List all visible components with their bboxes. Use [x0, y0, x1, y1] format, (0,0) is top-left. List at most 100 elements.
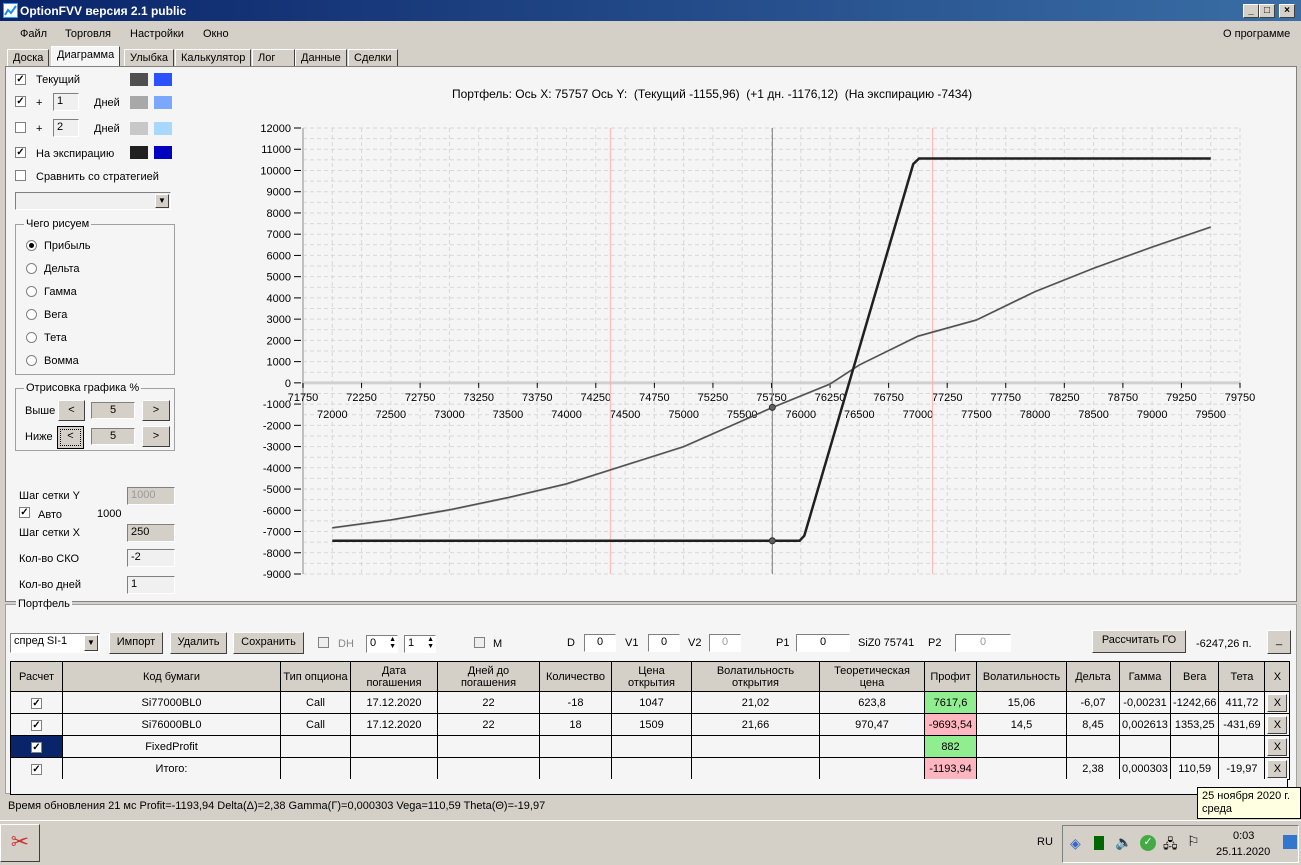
- table-row[interactable]: ✓ Итого: -1193,94 2,38 0,000303 110,59 -19,97 X: [10, 757, 1291, 780]
- calc-checkbox[interactable]: ✓: [31, 697, 42, 709]
- remove-row-button[interactable]: X: [1267, 715, 1288, 734]
- p1-input[interactable]: 0: [796, 634, 850, 652]
- vol-cell: 15,06: [976, 691, 1067, 714]
- column-header[interactable]: Количество: [539, 661, 612, 692]
- calc-cell: ✓: [10, 713, 63, 736]
- vol-cell: 14,5: [976, 713, 1067, 736]
- x-tick-label-lower: 74000: [551, 409, 582, 421]
- x-tick-label-upper: 76250: [815, 392, 846, 404]
- calc-checkbox[interactable]: ✓: [31, 763, 42, 775]
- y-tick-label: -6000: [263, 505, 291, 517]
- x-tick-label-upper: 75750: [756, 392, 787, 404]
- x-tick-label-upper: 74250: [581, 392, 612, 404]
- profit-chart[interactable]: 1200011000100009000800070006000500040003…: [0, 0, 1301, 600]
- column-header[interactable]: Код бумаги: [62, 661, 281, 692]
- type-cell: [280, 735, 351, 758]
- m-checkbox[interactable]: [474, 637, 485, 648]
- x-tick-label-lower: 75500: [727, 409, 758, 421]
- delta-cell: 8,45: [1066, 713, 1120, 736]
- y-tick-label: 6000: [267, 250, 291, 262]
- x-tick-label-upper: 78750: [1108, 392, 1139, 404]
- column-header[interactable]: Расчет: [10, 661, 63, 692]
- delete-button[interactable]: Удалить: [170, 632, 227, 654]
- column-header[interactable]: Дата погашения: [350, 661, 438, 692]
- x-tick-label-lower: 72000: [317, 409, 348, 421]
- cursor-marker: [768, 537, 776, 545]
- language-indicator[interactable]: RU: [1037, 836, 1053, 848]
- profit-cell: -1193,94: [924, 757, 977, 780]
- show-desktop-icon[interactable]: [1283, 835, 1297, 849]
- qty-cell: -18: [539, 691, 612, 714]
- theo-cell: [819, 757, 925, 780]
- x-tick-label-upper: 79750: [1225, 392, 1256, 404]
- column-header[interactable]: Волатильность: [976, 661, 1067, 692]
- clock-time[interactable]: 0:03: [1233, 830, 1254, 842]
- remove-row-button[interactable]: X: [1267, 759, 1288, 778]
- p1-label: P1: [776, 637, 790, 649]
- theta-cell: -19,97: [1218, 757, 1266, 780]
- network-icon[interactable]: 🖧: [1163, 835, 1178, 857]
- remove-row-button[interactable]: X: [1267, 693, 1288, 712]
- strategy-dropdown[interactable]: спред SI-1 ▼: [10, 633, 100, 653]
- p2-input[interactable]: 0: [955, 634, 1011, 652]
- security-check-icon[interactable]: ✓: [1140, 835, 1156, 851]
- column-header[interactable]: Гамма: [1119, 661, 1171, 692]
- theta-cell: -431,69: [1218, 713, 1266, 736]
- y-tick-label: -2000: [263, 420, 291, 432]
- x-tick-label-lower: 78000: [1020, 409, 1051, 421]
- date-tooltip: 25 ноября 2020 г. среда: [1197, 787, 1301, 819]
- v2-input[interactable]: 0: [709, 634, 741, 652]
- table-row[interactable]: ✓ Si76000BL0 Call 17.12.2020 22 18 1509 21,66 97…: [10, 713, 1291, 736]
- calc-cell: ✓: [10, 735, 63, 758]
- x-tick-label-upper: 78250: [1049, 392, 1080, 404]
- qty-cell: 18: [539, 713, 612, 736]
- column-header[interactable]: Дней до погашения: [437, 661, 540, 692]
- spin-arrows-icon[interactable]: ▲ ▼: [389, 636, 396, 650]
- chevron-down-icon[interactable]: ▼: [84, 635, 98, 651]
- y-tick-label: 8000: [267, 208, 291, 220]
- volume-icon[interactable]: 🔈: [1115, 834, 1132, 851]
- column-header[interactable]: Вега: [1169, 661, 1220, 692]
- calc-checkbox[interactable]: ✓: [31, 719, 42, 731]
- collapse-button[interactable]: _: [1267, 630, 1291, 654]
- column-header[interactable]: Дельта: [1066, 661, 1120, 692]
- tooltip-weekday: среда: [1202, 803, 1233, 815]
- type-cell: Call: [280, 713, 351, 736]
- start-button[interactable]: ✂: [0, 824, 40, 862]
- date-cell: [350, 735, 438, 758]
- remove-row-button[interactable]: X: [1267, 737, 1288, 756]
- taskbar: ✂ RU ◈ 🔈 ✓ 🖧 ⚐ 0:03 25.11.2020: [0, 820, 1301, 865]
- delta-cell: -6,07: [1066, 691, 1120, 714]
- column-header[interactable]: Тета: [1218, 661, 1266, 692]
- flag-icon[interactable]: ⚐: [1187, 833, 1200, 850]
- y-tick-label: 1000: [267, 357, 291, 369]
- x-tick-label-lower: 76500: [844, 409, 875, 421]
- x-tick-label-upper: 73250: [463, 392, 494, 404]
- spin-arrows-icon[interactable]: ▲ ▼: [427, 636, 434, 650]
- d-input[interactable]: 0: [584, 634, 616, 652]
- y-tick-label: 11000: [261, 144, 291, 156]
- monitor-app-icon[interactable]: [1094, 836, 1104, 850]
- column-header[interactable]: Профит: [924, 661, 977, 692]
- table-row[interactable]: ✓ FixedProfit 882 X: [10, 735, 1291, 758]
- column-header[interactable]: Волатильность открытия: [691, 661, 820, 692]
- column-header[interactable]: X: [1264, 661, 1291, 692]
- x-tick-label-lower: 78500: [1078, 409, 1109, 421]
- calc-checkbox[interactable]: ✓: [31, 741, 42, 753]
- dh-checkbox[interactable]: [318, 637, 329, 648]
- column-header[interactable]: Тип опциона: [280, 661, 351, 692]
- column-header[interactable]: Теоретическая цена: [819, 661, 925, 692]
- table-row[interactable]: ✓ Si77000BL0 Call 17.12.2020 22 -18 1047 21,02 6…: [10, 691, 1291, 714]
- import-button[interactable]: Импорт: [109, 632, 163, 654]
- column-header[interactable]: Цена открытия: [611, 661, 692, 692]
- spin2-input[interactable]: 1 ▲ ▼: [404, 635, 436, 653]
- spin1-input[interactable]: 0 ▲ ▼: [366, 635, 398, 653]
- calculate-margin-button[interactable]: Рассчитать ГО: [1092, 630, 1186, 653]
- spin2-value: 1: [408, 637, 415, 649]
- clock-date[interactable]: 25.11.2020: [1216, 846, 1270, 858]
- network-app-icon[interactable]: ◈: [1070, 835, 1081, 852]
- v1-input[interactable]: 0: [648, 634, 680, 652]
- p2-label: P2: [928, 637, 942, 649]
- save-button[interactable]: Сохранить: [233, 632, 304, 654]
- v2-label: V2: [688, 637, 702, 649]
